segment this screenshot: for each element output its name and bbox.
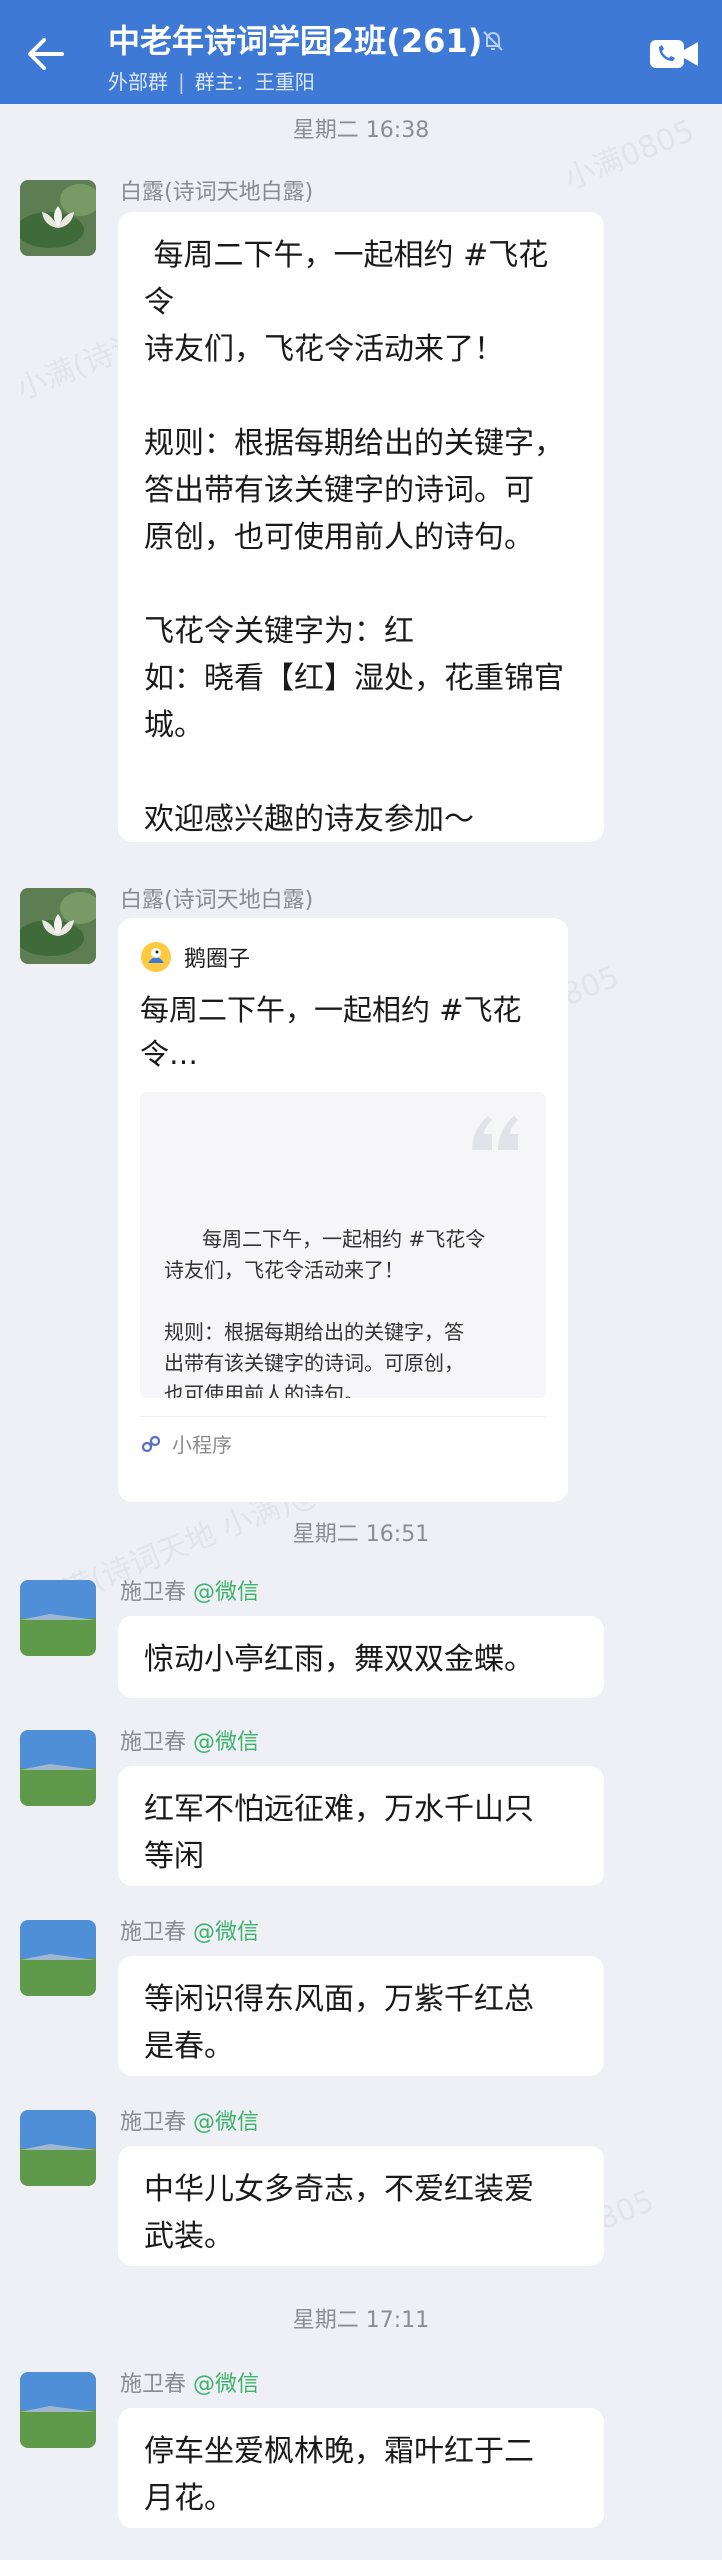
avatar[interactable]: [20, 2372, 96, 2448]
card-app-name: 鹅圈子: [184, 947, 251, 972]
chat-subtitle: 外部群 | 群主：王重阳: [108, 70, 315, 94]
landscape-avatar-icon: [20, 1580, 96, 1656]
message-bubble[interactable]: 红军不怕远征难，万水千山只 等闲: [118, 1766, 604, 1886]
back-button[interactable]: [18, 26, 74, 82]
card-preview-text: 每周二下午，一起相约 #飞花令 诗友们，飞花令活动来了！ 规则：根据每期给出的关…: [164, 1227, 486, 1398]
avatar[interactable]: [20, 1730, 96, 1806]
landscape-avatar-icon: [20, 1920, 96, 1996]
avatar[interactable]: [20, 888, 96, 964]
landscape-avatar-icon: [20, 2110, 96, 2186]
sender-name: 施卫春 @微信: [120, 2372, 260, 2397]
mute-bell-icon: [483, 31, 503, 51]
time-separator: 星期二 16:51: [292, 1522, 430, 1547]
time-separator: 星期二 16:38: [292, 118, 430, 143]
mini-program-card[interactable]: 鹅圈子 每周二下午，一起相约 #飞花 令… 每周二下午，一起相约 #飞花令 诗友…: [118, 918, 568, 1502]
avatar[interactable]: [20, 2110, 96, 2186]
chat-header: 中老年诗词学园2班(261) 外部群 | 群主：王重阳: [0, 0, 722, 104]
goose-app-icon: [141, 942, 171, 972]
card-title: 每周二下午，一起相约 #飞花 令…: [140, 993, 522, 1071]
message-bubble[interactable]: 每周二下午，一起相约 #飞花 令 诗友们，飞花令活动来了！ 规则：根据每期给出的…: [118, 212, 604, 842]
message-bubble[interactable]: 等闲识得东风面，万紫千红总 是春。: [118, 1956, 604, 2076]
mini-program-icon: [141, 1435, 161, 1452]
landscape-avatar-icon: [20, 2372, 96, 2448]
sender-name: 白露(诗词天地白露): [120, 888, 314, 913]
lotus-avatar-icon: [20, 180, 96, 256]
video-call-button[interactable]: [648, 34, 700, 74]
avatar[interactable]: [20, 180, 96, 256]
sender-name: 施卫春 @微信: [120, 1580, 260, 1605]
lotus-avatar-icon: [20, 888, 96, 964]
card-footer-label: 小程序: [172, 1433, 232, 1457]
sender-name: 施卫春 @微信: [120, 1920, 260, 1945]
message-bubble[interactable]: 停车坐爱枫林晚，霜叶红于二 月花。: [118, 2408, 604, 2528]
message-bubble[interactable]: 中华儿女多奇志，不爱红装爱 武装。: [118, 2146, 604, 2266]
time-separator: 星期二 17:11: [292, 2308, 430, 2333]
sender-name: 施卫春 @微信: [120, 2110, 260, 2135]
card-preview: 每周二下午，一起相约 #飞花令 诗友们，飞花令活动来了！ 规则：根据每期给出的关…: [140, 1092, 546, 1398]
group-owner-label: 群主：王重阳: [194, 70, 315, 94]
chat-title: 中老年诗词学园2班(261): [108, 22, 483, 60]
sender-name: 施卫春 @微信: [120, 1730, 260, 1755]
back-arrow-icon: [28, 38, 64, 70]
sender-name: 白露(诗词天地白露): [120, 180, 314, 205]
avatar[interactable]: [20, 1580, 96, 1656]
avatar[interactable]: [20, 1920, 96, 1996]
message-bubble[interactable]: 惊动小亭红雨，舞双双金蝶。: [118, 1616, 604, 1698]
quote-icon: [472, 1116, 518, 1150]
landscape-avatar-icon: [20, 1730, 96, 1806]
group-type-label: 外部群: [108, 70, 168, 94]
phone-video-icon: [650, 40, 698, 68]
